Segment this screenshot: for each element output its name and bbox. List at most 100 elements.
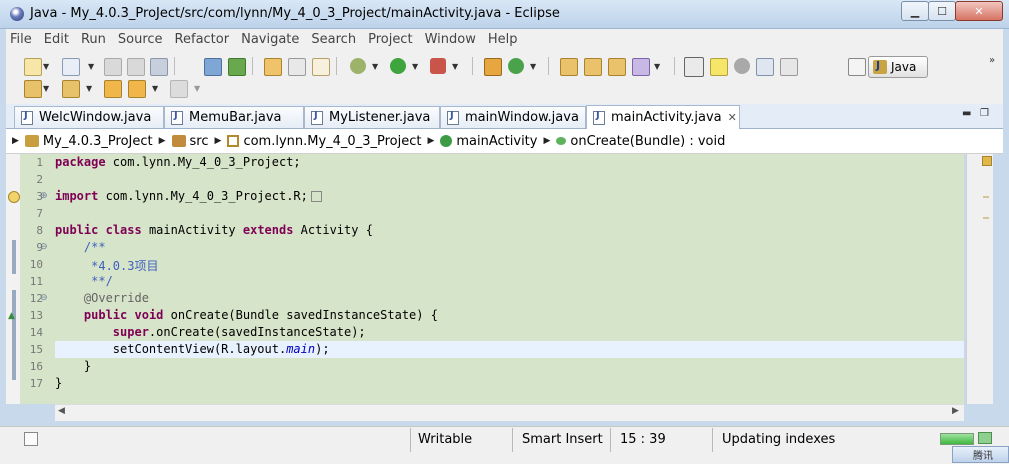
menu-window[interactable]: Window: [419, 32, 482, 47]
maximize-view-icon[interactable]: ❐: [980, 108, 989, 119]
show-whitespace-icon[interactable]: [734, 58, 750, 74]
breadcrumb-class[interactable]: mainActivity: [456, 134, 537, 149]
menu-help[interactable]: Help: [482, 32, 524, 47]
open-resource-icon[interactable]: [608, 58, 626, 76]
forward-icon[interactable]: [170, 80, 188, 98]
menu-edit[interactable]: Edit: [38, 32, 75, 47]
forward-dropdown-icon[interactable]: ▼: [194, 84, 200, 93]
scroll-right-icon[interactable]: ▶: [952, 406, 959, 416]
folded-code-icon[interactable]: [310, 191, 322, 202]
open-folder-icon[interactable]: [560, 58, 578, 76]
new-dropdown-icon[interactable]: ▼: [43, 62, 49, 71]
breadcrumb-arrow-icon[interactable]: ▶: [159, 136, 166, 146]
run-icon[interactable]: [390, 58, 406, 74]
warning-lightbulb-icon[interactable]: [8, 191, 20, 203]
show-whitespace-characters-icon[interactable]: [780, 58, 798, 76]
override-marker-icon[interactable]: ▲: [8, 311, 15, 321]
system-tray[interactable]: 腾讯: [952, 446, 1009, 463]
open-project-icon[interactable]: [584, 58, 602, 76]
overview-ruler[interactable]: [966, 154, 993, 404]
toolbar-overflow-icon[interactable]: »: [989, 55, 995, 66]
line-number: 16: [29, 360, 43, 373]
tab-mainwindow[interactable]: mainWindow.java: [440, 106, 586, 128]
collapse-fold-icon[interactable]: ⊖: [40, 242, 48, 252]
tab-label: mainWindow.java: [465, 110, 579, 125]
print-icon[interactable]: [150, 58, 168, 76]
menu-file[interactable]: File: [6, 32, 38, 47]
run-dropdown-icon[interactable]: ▼: [412, 62, 418, 71]
new-java-project-icon[interactable]: [62, 58, 80, 76]
open-perspective-icon[interactable]: [848, 58, 866, 76]
minimize-button[interactable]: ▁: [901, 1, 929, 21]
menu-navigate[interactable]: Navigate: [235, 32, 305, 47]
breadcrumb-src[interactable]: src: [190, 134, 209, 149]
back-dropdown-icon[interactable]: ▼: [152, 84, 158, 93]
menu-search[interactable]: Search: [305, 32, 362, 47]
minimize-view-icon[interactable]: ▬: [962, 108, 971, 119]
line-number: 10: [29, 258, 43, 271]
search-dropdown-icon[interactable]: ▼: [654, 62, 660, 71]
close-button[interactable]: ✕: [955, 1, 1003, 21]
last-edit-location-icon[interactable]: [104, 80, 122, 98]
toggle-mark-occurrences-icon[interactable]: [684, 57, 704, 77]
overview-tick[interactable]: [983, 196, 989, 198]
new-android-project-icon[interactable]: [312, 58, 330, 76]
next-annotation-icon[interactable]: [24, 80, 42, 98]
menu-run[interactable]: Run: [75, 32, 112, 47]
menu-source[interactable]: Source: [112, 32, 169, 47]
background-task-status[interactable]: Updating indexes: [722, 432, 835, 447]
block-selection-icon[interactable]: [756, 58, 774, 76]
breadcrumb-project[interactable]: My_4.0.3_ProJect: [43, 134, 153, 149]
fast-view-icon[interactable]: [24, 432, 38, 446]
search-icon[interactable]: [632, 58, 650, 76]
breadcrumb-arrow-icon[interactable]: ▶: [215, 136, 222, 146]
breadcrumb-method[interactable]: onCreate(Bundle) : void: [570, 134, 725, 149]
expand-fold-icon[interactable]: ⊕: [40, 191, 48, 201]
warning-marker-icon[interactable]: [982, 156, 992, 166]
breadcrumb-arrow-icon[interactable]: ▶: [427, 136, 434, 146]
highlight-icon[interactable]: [710, 58, 728, 76]
tab-mainactivity[interactable]: mainActivity.java ✕: [586, 105, 740, 129]
breadcrumb-package[interactable]: com.lynn.My_4_0_3_Project: [243, 134, 421, 149]
code-line: }: [55, 359, 92, 373]
android-avd-icon[interactable]: [228, 58, 246, 76]
new-java-package-icon[interactable]: [484, 58, 502, 76]
menu-project[interactable]: Project: [362, 32, 418, 47]
breadcrumb-arrow-icon[interactable]: ▶: [12, 136, 19, 146]
next-annotation-dropdown-icon[interactable]: ▼: [43, 84, 49, 93]
code-token: class: [105, 223, 142, 237]
external-tools-dropdown-icon[interactable]: ▼: [452, 62, 458, 71]
android-sdk-icon[interactable]: [204, 58, 222, 76]
breadcrumb-arrow-icon[interactable]: ▶: [543, 136, 550, 146]
new-class-dropdown-icon[interactable]: ▼: [530, 62, 536, 71]
open-type-icon[interactable]: [264, 58, 282, 76]
new-java-class-icon[interactable]: [508, 58, 524, 74]
new-project-dropdown-icon[interactable]: ▼: [88, 62, 94, 71]
back-icon[interactable]: [128, 80, 146, 98]
scroll-left-icon[interactable]: ◀: [58, 406, 65, 416]
tab-label: MyListener.java: [329, 110, 431, 125]
code-token: public: [83, 308, 128, 322]
new-icon[interactable]: [24, 58, 42, 76]
progress-view-icon[interactable]: [978, 432, 992, 444]
junit-icon[interactable]: [288, 58, 306, 76]
java-perspective-button[interactable]: Java: [868, 56, 928, 78]
close-tab-icon[interactable]: ✕: [728, 111, 737, 124]
class-icon: [440, 135, 453, 147]
progress-bar[interactable]: [940, 433, 974, 445]
tab-memubar[interactable]: MemuBar.java: [164, 106, 304, 128]
external-tools-icon[interactable]: [430, 58, 446, 74]
previous-annotation-dropdown-icon[interactable]: ▼: [86, 84, 92, 93]
horizontal-scrollbar[interactable]: [55, 404, 964, 421]
overview-tick[interactable]: [983, 217, 989, 219]
menu-refactor[interactable]: Refactor: [169, 32, 236, 47]
save-all-icon[interactable]: [127, 58, 145, 76]
debug-icon[interactable]: [350, 58, 366, 74]
tab-mylistener[interactable]: MyListener.java: [304, 106, 440, 128]
collapse-fold-icon[interactable]: ⊖: [40, 293, 48, 303]
save-icon[interactable]: [104, 58, 122, 76]
maximize-button[interactable]: ☐: [928, 1, 956, 21]
previous-annotation-icon[interactable]: [62, 80, 80, 98]
tab-welcwindow[interactable]: WelcWindow.java: [14, 106, 164, 128]
debug-dropdown-icon[interactable]: ▼: [372, 62, 378, 71]
